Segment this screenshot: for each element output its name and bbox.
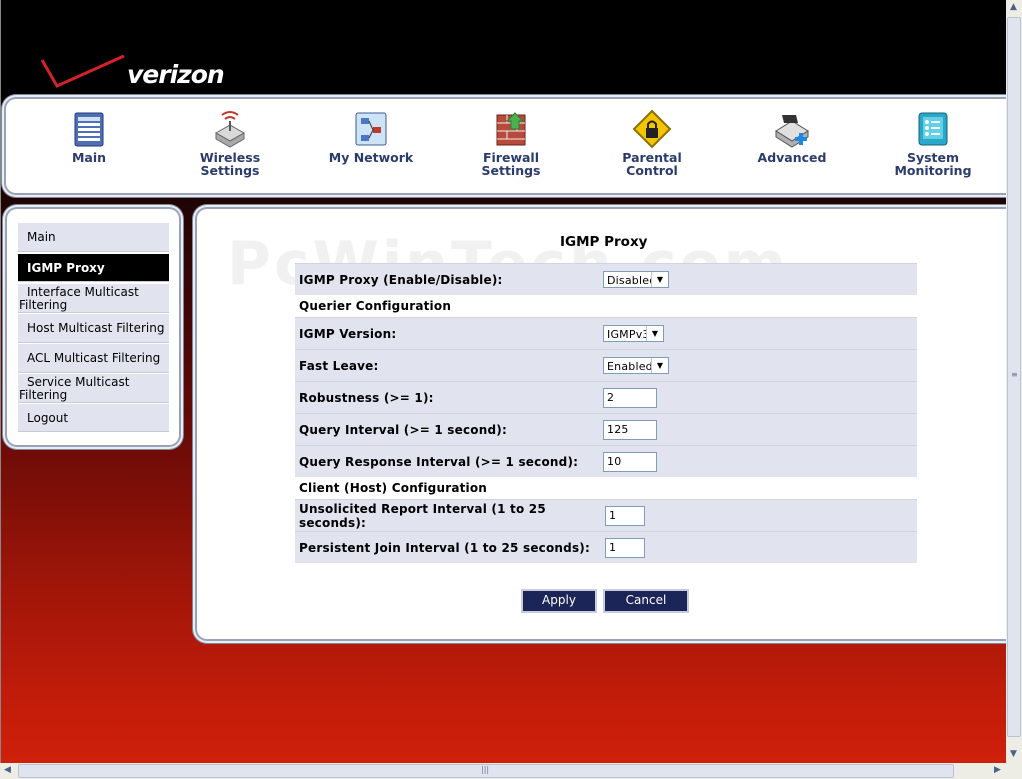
sidebar-item-service-multicast-filtering[interactable]: Service Multicast Filtering	[18, 374, 169, 403]
system-monitoring-icon	[913, 109, 953, 149]
verizon-check-mark-icon	[40, 54, 125, 88]
scroll-up-icon[interactable]: ▲	[1006, 0, 1021, 15]
form-row: Robustness (>= 1): 2	[295, 381, 917, 414]
wireless-settings-icon	[210, 109, 250, 149]
sidebar-item-acl-multicast-filtering[interactable]: ACL Multicast Filtering	[18, 344, 169, 373]
vertical-scroll-thumb[interactable]: ≡	[1007, 17, 1021, 737]
firewall-settings-icon	[491, 109, 531, 149]
grip-icon: ≡	[1011, 370, 1018, 379]
field-label: Robustness (>= 1):	[295, 381, 597, 414]
grip-icon: |||	[481, 765, 490, 774]
nav-label: Main	[71, 150, 107, 165]
select-value: Disabled	[607, 274, 657, 287]
cancel-button[interactable]: Cancel	[605, 591, 687, 611]
unsolicited-report-interval-input[interactable]: 1	[605, 505, 645, 526]
field-label: IGMP Proxy (Enable/Disable):	[295, 263, 597, 295]
sidebar-item-label: Host Multicast Filtering	[27, 321, 165, 335]
chevron-down-icon: ▼	[651, 272, 668, 287]
fast-leave-select[interactable]: Enabled ▼	[603, 357, 669, 374]
sidebar-item-host-multicast-filtering[interactable]: Host Multicast Filtering	[18, 314, 169, 343]
logo-wordmark: verizon	[127, 60, 225, 89]
scroll-left-icon[interactable]: ◀	[0, 763, 15, 778]
horizontal-scrollbar[interactable]: ◀ ||| ▶	[0, 763, 1006, 779]
robustness-input[interactable]: 2	[603, 387, 657, 408]
section-heading: Client (Host) Configuration	[295, 477, 917, 500]
nav-label: Wireless Settings	[199, 150, 261, 178]
top-navigation: Main Wireless Settings My Network Firewa…	[6, 99, 1006, 193]
form-row: Fast Leave: Enabled ▼	[295, 349, 917, 382]
main-icon	[69, 109, 109, 149]
nav-advanced[interactable]: Advanced	[732, 109, 852, 164]
form-row: Persistent Join Interval (1 to 25 second…	[295, 531, 917, 563]
igmp-proxy-form: IGMP Proxy (Enable/Disable): Disabled ▼ Q…	[295, 263, 917, 563]
nav-wireless-settings[interactable]: Wireless Settings	[170, 109, 290, 177]
query-interval-input[interactable]: 125	[603, 419, 657, 440]
apply-button[interactable]: Apply	[523, 591, 595, 611]
nav-label: My Network	[328, 150, 414, 165]
persistent-join-interval-input[interactable]: 1	[605, 537, 645, 558]
form-row: Unsolicited Report Interval (1 to 25 sec…	[295, 499, 917, 532]
sidebar-item-label: Service Multicast Filtering	[19, 375, 130, 402]
advanced-icon	[772, 109, 812, 149]
main-content-panel: PcWinTech.com IGMP Proxy IGMP Proxy (Ena…	[197, 209, 1006, 639]
field-label: IGMP Version:	[295, 317, 597, 350]
sidebar-item-main[interactable]: Main	[18, 223, 169, 252]
sidebar-item-igmp-proxy[interactable]: IGMP Proxy	[18, 254, 169, 282]
section-heading-row: Querier Configuration	[295, 295, 917, 318]
nav-my-network[interactable]: My Network	[311, 109, 431, 164]
sidebar-item-interface-multicast-filtering[interactable]: Interface Multicast Filtering	[18, 284, 169, 313]
field-label: Query Response Interval (>= 1 second):	[295, 445, 597, 477]
sidebar-item-label: Interface Multicast Filtering	[19, 285, 139, 312]
chevron-down-icon: ▼	[651, 358, 668, 373]
field-label: Unsolicited Report Interval (1 to 25 sec…	[295, 499, 597, 532]
page-title: IGMP Proxy	[560, 234, 648, 250]
sidebar-item-label: Logout	[27, 411, 69, 425]
section-heading: Querier Configuration	[295, 295, 917, 318]
chevron-down-icon: ▼	[646, 326, 663, 341]
my-network-icon	[351, 109, 391, 149]
verizon-logo: verizon	[39, 52, 239, 96]
browser-viewport: verizon Main Wireless Settings My Networ…	[0, 0, 1006, 763]
sidebar-item-label: Main	[27, 230, 56, 244]
nav-firewall-settings[interactable]: Firewall Settings	[451, 109, 571, 177]
sidebar: Main IGMP Proxy Interface Multicast Filt…	[7, 209, 179, 445]
select-value: IGMPv3	[607, 328, 650, 341]
form-row: Query Response Interval (>= 1 second): 1…	[295, 445, 917, 477]
query-response-interval-input[interactable]: 10	[603, 451, 657, 472]
field-label: Fast Leave:	[295, 349, 597, 382]
sidebar-item-logout[interactable]: Logout	[18, 404, 169, 432]
nav-system-monitoring[interactable]: System Monitoring	[873, 109, 993, 177]
nav-label: System Monitoring	[894, 150, 972, 178]
nav-main[interactable]: Main	[29, 109, 149, 164]
field-label: Query Interval (>= 1 second):	[295, 413, 597, 446]
field-label: Persistent Join Interval (1 to 25 second…	[295, 531, 597, 563]
form-row: IGMP Proxy (Enable/Disable): Disabled ▼	[295, 263, 917, 295]
section-heading-row: Client (Host) Configuration	[295, 477, 917, 500]
scroll-right-icon[interactable]: ▶	[990, 763, 1005, 778]
scroll-down-icon[interactable]: ▼	[1006, 747, 1021, 762]
sidebar-item-label: IGMP Proxy	[27, 261, 105, 275]
nav-label: Firewall Settings	[481, 150, 541, 178]
igmp-proxy-select[interactable]: Disabled ▼	[603, 271, 669, 288]
horizontal-scroll-thumb[interactable]: |||	[18, 764, 954, 778]
form-row: Query Interval (>= 1 second): 125	[295, 413, 917, 446]
igmp-version-select[interactable]: IGMPv3 ▼	[603, 325, 664, 342]
parental-control-icon	[632, 109, 672, 149]
nav-parental-control[interactable]: Parental Control	[592, 109, 712, 177]
scrollbar-corner	[1006, 763, 1022, 779]
nav-label: Advanced	[757, 150, 827, 165]
select-value: Enabled	[607, 360, 653, 373]
vertical-scrollbar[interactable]: ▲ ≡ ▼	[1006, 0, 1022, 763]
nav-label: Parental Control	[622, 150, 682, 178]
sidebar-item-label: ACL Multicast Filtering	[27, 351, 161, 365]
form-row: IGMP Version: IGMPv3 ▼	[295, 317, 917, 350]
